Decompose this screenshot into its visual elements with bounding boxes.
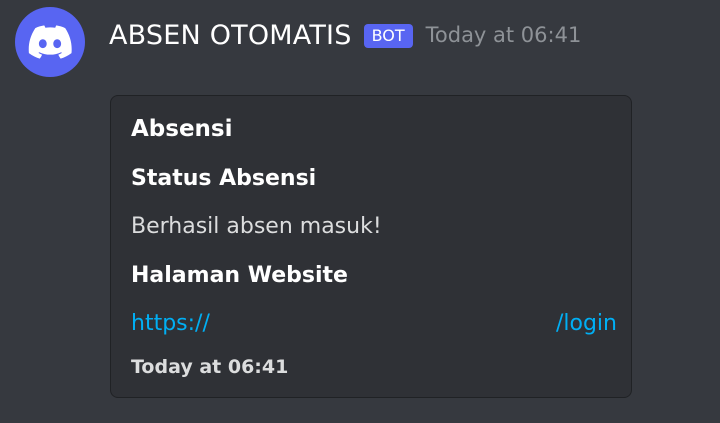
field-name-website: Halaman Website [131, 263, 348, 288]
chat-message: ABSEN OTOMATIS BOT Today at 06:41 Absens… [0, 0, 720, 423]
embed-title: Absensi [131, 116, 233, 142]
website-link-start[interactable]: https:// [131, 311, 210, 336]
bot-badge: BOT [363, 24, 413, 48]
message-timestamp: Today at 06:41 [425, 23, 582, 47]
embed-footer-timestamp: Today at 06:41 [131, 356, 289, 378]
author-name[interactable]: ABSEN OTOMATIS [109, 20, 352, 51]
message-header: ABSEN OTOMATIS BOT Today at 06:41 [109, 14, 581, 56]
message-embed: Absensi Status Absensi Berhasil absen ma… [110, 95, 632, 398]
discord-logo-icon [28, 25, 72, 59]
field-name-status: Status Absensi [131, 166, 317, 191]
field-value-status: Berhasil absen masuk! [131, 214, 382, 239]
avatar[interactable] [15, 7, 85, 77]
website-link-end[interactable]: /login [556, 311, 617, 336]
